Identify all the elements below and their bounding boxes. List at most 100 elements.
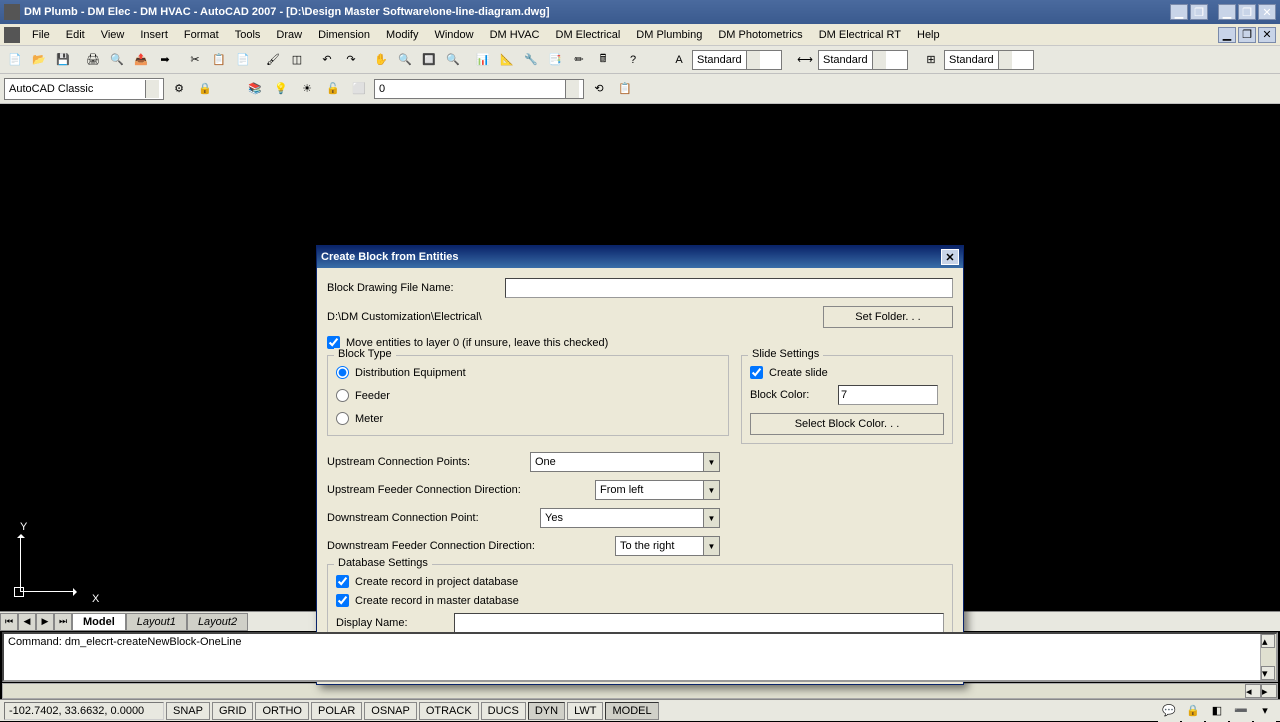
zoom-prev-icon[interactable]: 🔍 xyxy=(442,49,464,71)
print-icon[interactable]: 🖨 xyxy=(82,49,104,71)
dialog-titlebar[interactable]: Create Block from Entities ✕ xyxy=(317,246,963,268)
table-style-combo[interactable]: Standard xyxy=(944,50,1034,70)
mdi-close-button[interactable]: ✕ xyxy=(1258,27,1276,43)
zoom-icon[interactable]: 🔍 xyxy=(394,49,416,71)
meter-radio[interactable] xyxy=(336,412,349,425)
text-style-combo[interactable]: Standard xyxy=(692,50,782,70)
max-icon[interactable]: ➖ xyxy=(1230,700,1252,722)
copy-icon[interactable]: 📋 xyxy=(208,49,230,71)
downstream-pt-select[interactable]: Yes xyxy=(540,508,720,528)
tab-layout1[interactable]: Layout1 xyxy=(126,613,187,631)
minimize-button[interactable]: ▁ xyxy=(1218,4,1236,20)
menu-format[interactable]: Format xyxy=(176,27,227,43)
text-style-icon[interactable]: A xyxy=(668,49,690,71)
dropdown-icon[interactable] xyxy=(746,51,760,69)
workspace-combo[interactable]: AutoCAD Classic xyxy=(4,78,164,100)
upstream-pts-select[interactable]: One xyxy=(530,452,720,472)
dim-style-icon[interactable]: ⟷ xyxy=(794,49,816,71)
layer-combo[interactable]: 0 xyxy=(374,79,584,99)
menu-dmelec[interactable]: DM Electrical xyxy=(548,27,629,43)
tray-icon[interactable]: ▾ xyxy=(1254,700,1276,722)
publish-icon[interactable]: 📤 xyxy=(130,49,152,71)
paste-icon[interactable]: 📄 xyxy=(232,49,254,71)
distribution-radio[interactable] xyxy=(336,366,349,379)
mdi-restore-button[interactable]: ❐ xyxy=(1238,27,1256,43)
match-icon[interactable]: 🖌 xyxy=(262,49,284,71)
create-slide-checkbox[interactable] xyxy=(750,366,763,379)
tab-next-button[interactable]: ▶ xyxy=(36,613,54,631)
sheet-icon[interactable]: 📑 xyxy=(544,49,566,71)
cut-icon[interactable]: ✂ xyxy=(184,49,206,71)
tab-model[interactable]: Model xyxy=(72,613,126,631)
workspace-settings-icon[interactable]: ⚙ xyxy=(168,78,190,100)
lock-icon[interactable]: 🔒 xyxy=(1182,700,1204,722)
menu-view[interactable]: View xyxy=(93,27,133,43)
dialog-close-button[interactable]: ✕ xyxy=(941,249,959,265)
menu-modify[interactable]: Modify xyxy=(378,27,426,43)
ortho-toggle[interactable]: ORTHO xyxy=(255,702,309,720)
drawing-canvas[interactable]: Y X Create Block from Entities ✕ Block D… xyxy=(0,104,1280,611)
markup-icon[interactable]: ✏ xyxy=(568,49,590,71)
upstream-dir-select[interactable]: From left xyxy=(595,480,720,500)
dropdown-icon[interactable] xyxy=(703,453,719,471)
mdi-minimize-button[interactable]: ▁ xyxy=(1218,27,1236,43)
db-master-checkbox[interactable] xyxy=(336,594,349,607)
dyn-toggle[interactable]: DYN xyxy=(528,702,565,720)
downstream-dir-select[interactable]: To the right xyxy=(615,536,720,556)
maximize-button[interactable]: ❐ xyxy=(1238,4,1256,20)
layer-prev-icon[interactable]: ⟲ xyxy=(588,78,610,100)
grid-toggle[interactable]: GRID xyxy=(212,702,254,720)
scroll-right-icon[interactable]: ▸ xyxy=(1261,684,1277,698)
layer-color-icon[interactable]: ⬜ xyxy=(348,78,370,100)
set-folder-button[interactable]: Set Folder. . . xyxy=(823,306,953,328)
layer-states-icon[interactable]: 📋 xyxy=(614,78,636,100)
block-color-input[interactable] xyxy=(838,385,938,405)
tab-first-button[interactable]: ⏮ xyxy=(0,613,18,631)
layer-lock-icon[interactable]: 🔓 xyxy=(322,78,344,100)
dropdown-icon[interactable] xyxy=(703,481,719,499)
lwt-toggle[interactable]: LWT xyxy=(567,702,603,720)
scroll-up-icon[interactable]: ▴ xyxy=(1261,634,1275,648)
workspace-lock-icon[interactable]: 🔒 xyxy=(194,78,216,100)
menu-dmphoto[interactable]: DM Photometrics xyxy=(710,27,810,43)
preview-icon[interactable]: 🔍 xyxy=(106,49,128,71)
tab-layout2[interactable]: Layout2 xyxy=(187,613,248,631)
export-icon[interactable]: ➡ xyxy=(154,49,176,71)
dropdown-icon[interactable] xyxy=(145,80,159,98)
minimize2-button[interactable]: ▁ xyxy=(1170,4,1188,20)
save-icon[interactable]: 💾 xyxy=(52,49,74,71)
block-icon[interactable]: ◫ xyxy=(286,49,308,71)
layer-props-icon[interactable]: 📚 xyxy=(244,78,266,100)
dropdown-icon[interactable] xyxy=(872,51,886,69)
restore2-button[interactable]: ❐ xyxy=(1190,4,1208,20)
menu-dmhvac[interactable]: DM HVAC xyxy=(482,27,548,43)
menu-insert[interactable]: Insert xyxy=(132,27,176,43)
ducs-toggle[interactable]: DUCS xyxy=(481,702,526,720)
dropdown-icon[interactable] xyxy=(998,51,1012,69)
menu-help[interactable]: Help xyxy=(909,27,948,43)
model-toggle[interactable]: MODEL xyxy=(605,702,658,720)
tab-prev-button[interactable]: ◀ xyxy=(18,613,36,631)
hscrollbar[interactable]: ◂ ▸ xyxy=(2,683,1278,699)
layer-filter-icon[interactable]: 💡 xyxy=(270,78,292,100)
help-icon[interactable]: ? xyxy=(622,49,644,71)
redo-icon[interactable]: ↷ xyxy=(340,49,362,71)
calc-icon[interactable]: 🖩 xyxy=(592,49,614,71)
menu-draw[interactable]: Draw xyxy=(268,27,310,43)
command-line[interactable]: Command: dm_elecrt-createNewBlock-OneLin… xyxy=(2,632,1278,682)
new-icon[interactable]: 📄 xyxy=(4,49,26,71)
scroll-down-icon[interactable]: ▾ xyxy=(1261,666,1275,680)
feeder-radio[interactable] xyxy=(336,389,349,402)
tool-icon[interactable]: 🔧 xyxy=(520,49,542,71)
db-project-checkbox[interactable] xyxy=(336,575,349,588)
menu-file[interactable]: File xyxy=(24,27,58,43)
select-color-button[interactable]: Select Block Color. . . xyxy=(750,413,944,435)
snap-toggle[interactable]: SNAP xyxy=(166,702,210,720)
layer-on-icon[interactable]: ☀ xyxy=(296,78,318,100)
osnap-toggle[interactable]: OSNAP xyxy=(364,702,417,720)
menu-dmelecrt[interactable]: DM Electrical RT xyxy=(811,27,909,43)
menu-tools[interactable]: Tools xyxy=(227,27,269,43)
ws-icon[interactable]: ◧ xyxy=(1206,700,1228,722)
menu-dimension[interactable]: Dimension xyxy=(310,27,378,43)
close-button[interactable]: ✕ xyxy=(1258,4,1276,20)
